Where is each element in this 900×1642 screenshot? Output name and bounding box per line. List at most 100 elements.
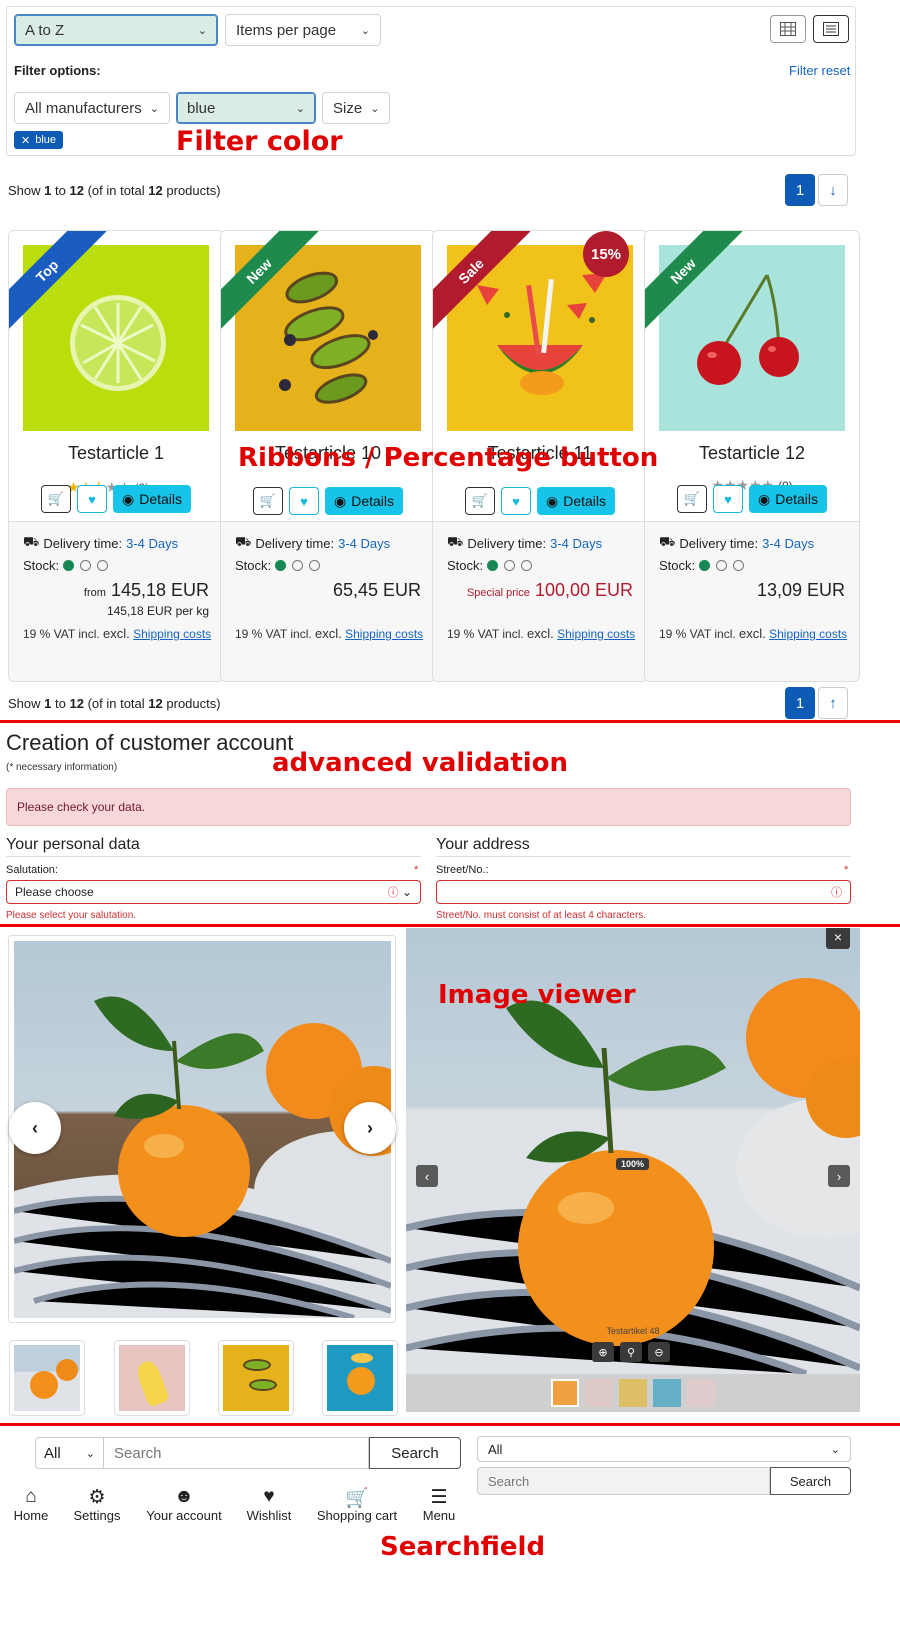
manufacturer-select[interactable]: All manufacturers ⌄ [14, 92, 170, 124]
gallery-thumbnail[interactable] [322, 1340, 398, 1416]
annotation-image-viewer: Image viewer [438, 980, 636, 1010]
truck-icon: ⛟ [23, 534, 40, 549]
page-1-button-bottom[interactable]: 1 [785, 687, 815, 719]
zoom-in-icon: ⊕ [598, 1346, 608, 1359]
add-to-cart-button[interactable]: 🛒 [464, 487, 495, 515]
search-input[interactable]: Search [103, 1437, 369, 1469]
search-category-select-2[interactable]: All ⌄ [477, 1436, 851, 1462]
shipping-costs-link[interactable]: Shipping costs [557, 627, 635, 641]
product-title[interactable]: Testarticle 1 [9, 443, 223, 464]
heart-icon: ♥ [512, 493, 520, 509]
search-input-2[interactable]: Search [477, 1467, 770, 1495]
gallery-thumbnail[interactable] [114, 1340, 190, 1416]
product-price: 65,45 EUR [332, 580, 421, 600]
list-view-button[interactable] [813, 15, 849, 43]
grid-view-button[interactable] [770, 15, 806, 43]
salutation-error: Please select your salutation. [6, 910, 137, 921]
street-input[interactable]: ⓘ [436, 880, 851, 904]
gear-icon: ⚙ [88, 1487, 106, 1508]
items-per-page-select[interactable]: Items per page ⌄ [225, 14, 381, 46]
search-button-2[interactable]: Search [770, 1467, 851, 1495]
product-price: 13,09 EUR [756, 580, 845, 600]
chevron-down-icon: ⌄ [370, 102, 380, 115]
add-to-cart-button[interactable]: 🛒 [676, 485, 707, 513]
percentage-badge: 15% [583, 231, 629, 277]
chevron-left-icon: ‹ [424, 1168, 430, 1184]
heart-icon: ♥ [88, 491, 96, 507]
chevron-right-icon: › [367, 1117, 373, 1138]
add-to-wishlist-button[interactable]: ♥ [500, 487, 531, 515]
eye-icon: ◉ [545, 492, 559, 509]
nav-wishlist[interactable]: ♥ Wishlist [229, 1486, 309, 1523]
viewer-thumb-kiwi[interactable] [619, 1379, 647, 1407]
arrow-up-icon: ↑ [829, 694, 837, 712]
zoom-out-button[interactable]: ⊖ [648, 1342, 670, 1362]
add-to-wishlist-button[interactable]: ♥ [288, 487, 319, 515]
thumb-tangerine [14, 1345, 80, 1411]
nav-settings[interactable]: ⚙ Settings [57, 1486, 137, 1523]
chevron-left-icon: ‹ [32, 1117, 38, 1138]
manufacturer-select-value: All manufacturers [25, 99, 142, 117]
viewer-close-button[interactable]: × [826, 928, 850, 949]
size-select[interactable]: Size ⌄ [322, 92, 390, 124]
viewer-thumb-banana[interactable] [585, 1379, 613, 1407]
zoom-reset-button[interactable]: ⚲ [620, 1342, 642, 1362]
add-to-cart-button[interactable]: 🛒 [252, 487, 283, 515]
error-alert: Please check your data. [6, 788, 851, 826]
details-button[interactable]: ◉ Details [324, 487, 403, 515]
details-button[interactable]: ◉ Details [536, 487, 615, 515]
section-divider [0, 924, 900, 927]
heart-icon: ♥ [263, 1486, 275, 1507]
product-card-1[interactable]: Top Testarticle 1 ★★⯪★★ (2) ⌄ 🛒 ♥ ◉Detai… [8, 230, 224, 682]
search-category-select[interactable]: All ⌄ [35, 1437, 103, 1469]
nav-menu[interactable]: ☰ Menu [399, 1486, 479, 1523]
salutation-select[interactable]: Please choose ⓘ ⌄ [6, 880, 421, 904]
nav-shopping-cart[interactable]: 🛒 Shopping cart [307, 1486, 407, 1523]
viewer-thumb-tangerine[interactable] [551, 1379, 579, 1407]
add-to-wishlist-button[interactable]: ♥ [76, 485, 107, 513]
required-mark: * [414, 864, 419, 876]
gallery-thumbnail[interactable] [218, 1340, 294, 1416]
product-price: Special price 100,00 EUR [466, 580, 633, 600]
details-button[interactable]: ◉ Details [112, 485, 191, 513]
viewer-next-button[interactable]: › [828, 1165, 850, 1187]
gallery-main-image[interactable] [14, 941, 391, 1318]
annotation-searchfield: Searchfield [380, 1532, 546, 1562]
page-1-button[interactable]: 1 [785, 174, 815, 206]
viewer-prev-button[interactable]: ‹ [416, 1165, 438, 1187]
gallery-prev-button[interactable]: ‹ [9, 1102, 61, 1154]
gallery-thumbnail[interactable] [9, 1340, 85, 1416]
search-button[interactable]: Search [369, 1437, 461, 1469]
nav-account[interactable]: ☻ Your account [134, 1486, 234, 1523]
chevron-down-icon: ⌄ [197, 24, 207, 37]
zoom-icon: ⚲ [626, 1346, 636, 1359]
shipping-costs-link[interactable]: Shipping costs [133, 627, 211, 641]
close-icon: × [833, 929, 843, 945]
add-to-wishlist-button[interactable]: ♥ [712, 485, 743, 513]
shipping-costs-link[interactable]: Shipping costs [769, 627, 847, 641]
shipping-costs-link[interactable]: Shipping costs [345, 627, 423, 641]
sort-select[interactable]: A to Z ⌄ [14, 14, 218, 46]
truck-icon: ⛟ [659, 534, 676, 549]
viewer-thumb-strawberry[interactable] [687, 1379, 715, 1407]
add-to-cart-button[interactable]: 🛒 [40, 485, 71, 513]
zoom-out-icon: ⊖ [654, 1346, 664, 1359]
active-filter-tag[interactable]: ✕ blue [14, 131, 64, 149]
details-button[interactable]: ◉ Details [748, 485, 827, 513]
heart-icon: ♥ [724, 491, 732, 507]
viewer-caption: Testartikel 48 [606, 1326, 660, 1336]
filter-reset-link[interactable]: Filter reset [789, 63, 850, 78]
sort-select-value: A to Z [25, 21, 65, 39]
viewer-thumb-orange[interactable] [653, 1379, 681, 1407]
color-select[interactable]: blue ⌄ [176, 92, 316, 124]
scroll-up-button[interactable]: ↑ [818, 687, 848, 719]
scroll-down-button[interactable]: ↓ [818, 174, 848, 206]
street-label: Street/No.: [436, 864, 489, 876]
gallery-next-button[interactable]: › [344, 1102, 396, 1154]
zoom-in-button[interactable]: ⊕ [592, 1342, 614, 1362]
annotation-validation: advanced validation [272, 748, 569, 778]
stock-dot [63, 559, 75, 571]
stock-dot [275, 559, 287, 571]
product-title[interactable]: Testarticle 12 [645, 443, 859, 464]
product-card-12[interactable]: New Testarticle 12 ★★★★★ (0) 🛒 ♥ ◉Detail… [644, 230, 860, 682]
